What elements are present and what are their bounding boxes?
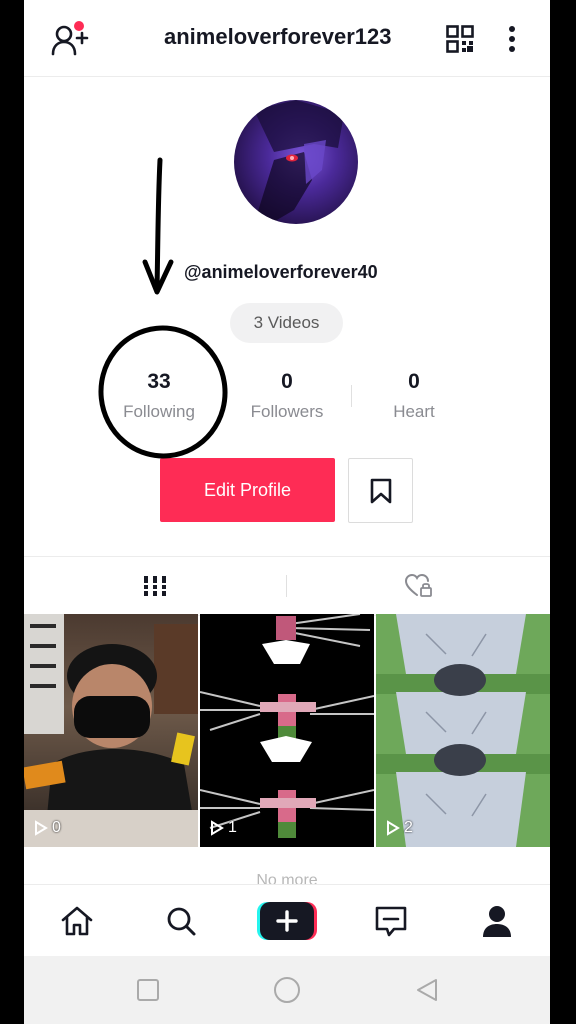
video-thumbnail[interactable]: 2 <box>376 614 550 847</box>
liked-private-icon <box>404 573 432 597</box>
content-tabs <box>24 556 550 616</box>
play-icon <box>211 820 224 836</box>
stat-followers[interactable]: 0 Followers <box>227 370 347 422</box>
profile-icon <box>483 906 511 937</box>
stat-value: 0 <box>281 370 293 393</box>
discover-icon <box>167 907 196 936</box>
inbox-icon <box>375 906 407 937</box>
stat-label: Followers <box>250 402 324 421</box>
avatar[interactable] <box>234 100 358 224</box>
stat-divider <box>223 385 224 407</box>
stat-divider <box>351 385 352 407</box>
qr-code-icon[interactable] <box>444 22 476 56</box>
square-icon <box>137 979 159 1001</box>
tab-videos[interactable] <box>24 557 286 615</box>
view-count-value: 2 <box>404 819 413 836</box>
page-title: animeloverforever123 <box>164 24 392 49</box>
edit-profile-button[interactable]: Edit Profile <box>160 458 335 522</box>
nav-discover[interactable] <box>146 885 216 957</box>
recent-apps-button[interactable] <box>118 956 178 1024</box>
nav-create[interactable] <box>252 885 322 957</box>
video-grid: 0 1 2 <box>24 614 550 847</box>
stat-value: 33 <box>147 370 171 393</box>
nav-home[interactable] <box>42 885 112 957</box>
stat-heart[interactable]: 0 Heart <box>354 370 474 422</box>
view-count-value: 0 <box>52 819 61 836</box>
view-count: 0 <box>34 819 61 837</box>
play-icon <box>35 820 48 836</box>
thumbnail-image <box>376 614 550 847</box>
add-friend-icon[interactable] <box>50 20 90 58</box>
profile-handle: @animeloverforever40 <box>184 262 378 282</box>
stat-label: Heart <box>393 402 435 421</box>
more-options-icon[interactable] <box>502 22 522 56</box>
create-icon <box>257 902 317 940</box>
circle-icon <box>274 977 300 1003</box>
thumbnail-image <box>200 614 374 838</box>
annotation-arrow <box>154 157 163 291</box>
view-count: 2 <box>386 819 413 837</box>
back-button[interactable] <box>397 956 457 1024</box>
bookmark-icon <box>370 478 391 503</box>
play-icon <box>387 820 400 836</box>
system-nav-bar <box>24 956 550 1024</box>
back-triangle-icon <box>417 979 437 1001</box>
profile-screen: animeloverforever123 @animeloverforever4… <box>24 0 550 1024</box>
video-thumbnail[interactable]: 1 <box>200 614 374 847</box>
top-bar: animeloverforever123 <box>24 0 550 77</box>
home-button[interactable] <box>257 956 317 1024</box>
video-thumbnail[interactable]: 0 <box>24 614 198 847</box>
stat-following[interactable]: 33 Following <box>99 370 219 422</box>
thumbnail-image <box>24 614 198 847</box>
videos-grid-icon <box>143 576 167 596</box>
videos-count-pill: 3 Videos <box>230 303 343 343</box>
stat-value: 0 <box>408 370 420 393</box>
stat-label: Following <box>123 402 195 421</box>
nav-profile[interactable] <box>462 885 532 957</box>
home-icon <box>61 906 93 936</box>
view-count-value: 1 <box>228 819 237 836</box>
favorites-button[interactable] <box>348 458 413 523</box>
nav-inbox[interactable] <box>356 885 426 957</box>
tab-liked[interactable] <box>287 557 550 615</box>
view-count: 1 <box>210 819 237 837</box>
bottom-nav <box>24 884 550 957</box>
